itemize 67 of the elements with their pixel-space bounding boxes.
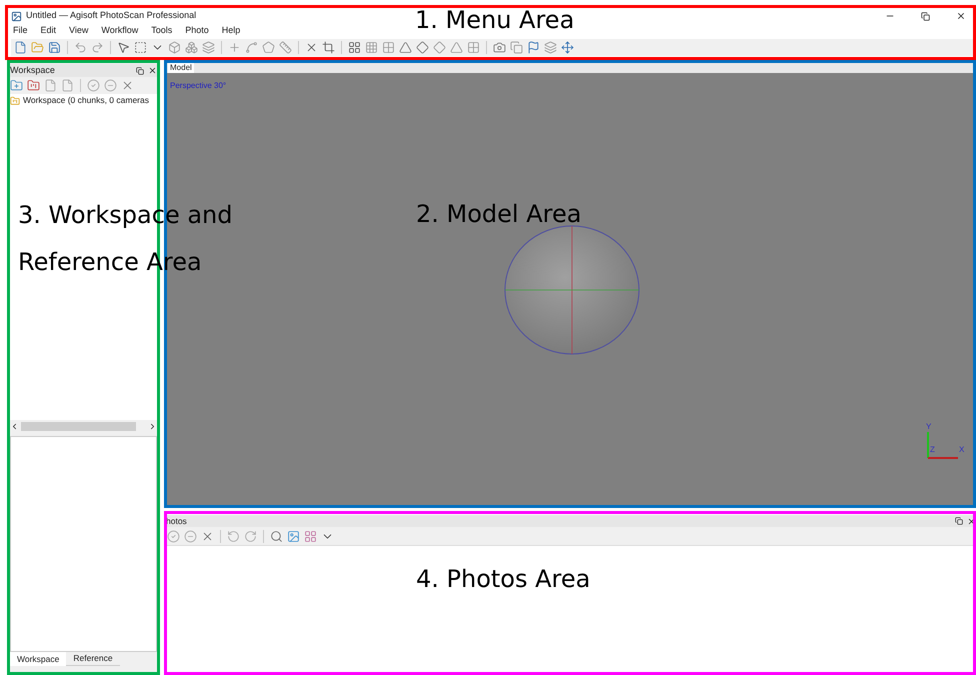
restore-icon[interactable] <box>921 12 930 20</box>
menu-item[interactable]: Photo <box>185 24 209 38</box>
view-label: Perspective 30° <box>170 80 226 92</box>
menu-item[interactable]: Edit <box>40 24 56 38</box>
flag-icon[interactable] <box>527 41 540 54</box>
axis-label: X <box>959 445 964 455</box>
axis-label: Y <box>926 421 932 433</box>
save-icon[interactable] <box>48 41 61 54</box>
rotate-right-icon[interactable] <box>244 530 257 542</box>
folder-plus-icon[interactable] <box>10 79 23 92</box>
scrollbar-thumb[interactable] <box>21 422 136 430</box>
annotation-label: 2. Model Area <box>416 199 582 230</box>
plus-icon[interactable] <box>228 41 241 54</box>
pentagon-icon[interactable] <box>262 41 275 54</box>
menu-item[interactable]: View <box>69 24 88 38</box>
triangle-icon[interactable] <box>399 41 412 54</box>
scroll-left-icon[interactable] <box>10 422 19 430</box>
axis-gizmo <box>927 432 958 459</box>
restore-icon[interactable] <box>136 66 144 74</box>
close-icon[interactable] <box>967 516 976 526</box>
pointer-icon[interactable] <box>117 41 130 54</box>
minus-circle-icon[interactable] <box>104 79 117 92</box>
undo-icon[interactable] <box>74 41 87 54</box>
grid-icon[interactable] <box>304 530 317 542</box>
diamond-icon[interactable] <box>433 41 446 54</box>
menu-item[interactable]: Help <box>222 24 240 38</box>
axis-label: Z <box>930 445 935 455</box>
cubes-icon[interactable] <box>185 41 198 54</box>
triangle-icon[interactable] <box>450 41 463 54</box>
restore-icon[interactable] <box>955 517 963 525</box>
close-icon[interactable] <box>148 66 157 75</box>
diamond-icon[interactable] <box>416 41 429 54</box>
crop-icon[interactable] <box>322 41 335 54</box>
layers-icon[interactable] <box>202 41 215 54</box>
menu-item[interactable]: File <box>13 24 28 38</box>
panel-title: Workspace <box>10 64 55 77</box>
camera-icon[interactable] <box>493 41 506 54</box>
picture-frame-icon[interactable] <box>287 530 300 542</box>
move-icon[interactable] <box>561 41 574 54</box>
copy-icon[interactable] <box>510 41 523 54</box>
menu-item[interactable]: Tools <box>151 24 172 38</box>
close-icon[interactable] <box>956 11 966 21</box>
app-icon <box>11 10 22 22</box>
spline-icon[interactable] <box>245 41 258 54</box>
annotation-label: 4. Photos Area <box>416 564 590 595</box>
file-icon[interactable] <box>44 79 57 92</box>
tab[interactable]: Model <box>168 62 194 73</box>
redo-icon[interactable] <box>91 41 104 54</box>
ruler-icon[interactable] <box>279 41 292 54</box>
close-icon[interactable] <box>305 41 318 54</box>
check-circle-icon[interactable] <box>167 530 180 542</box>
minus-circle-icon[interactable] <box>184 530 197 542</box>
tab[interactable]: Workspace <box>10 652 66 666</box>
menu-item[interactable]: Workflow <box>101 24 138 38</box>
new-file-icon[interactable] <box>14 41 27 54</box>
dashed-rectangle-icon[interactable] <box>134 41 147 54</box>
layers-icon[interactable] <box>544 41 557 54</box>
annotation-label: 1. Menu Area <box>415 5 574 36</box>
check-circle-icon[interactable] <box>87 79 100 92</box>
tree-item[interactable]: Workspace (0 chunks, 0 cameras <box>23 94 149 107</box>
tab[interactable]: Reference <box>66 652 120 666</box>
grid-icon[interactable] <box>348 41 361 54</box>
rotate-left-icon[interactable] <box>227 530 240 542</box>
file-icon[interactable] <box>61 79 74 92</box>
cube-icon[interactable] <box>168 41 181 54</box>
window-title: Untitled — Agisoft PhotoScan Professional <box>26 9 196 22</box>
scroll-right-icon[interactable] <box>148 422 157 430</box>
